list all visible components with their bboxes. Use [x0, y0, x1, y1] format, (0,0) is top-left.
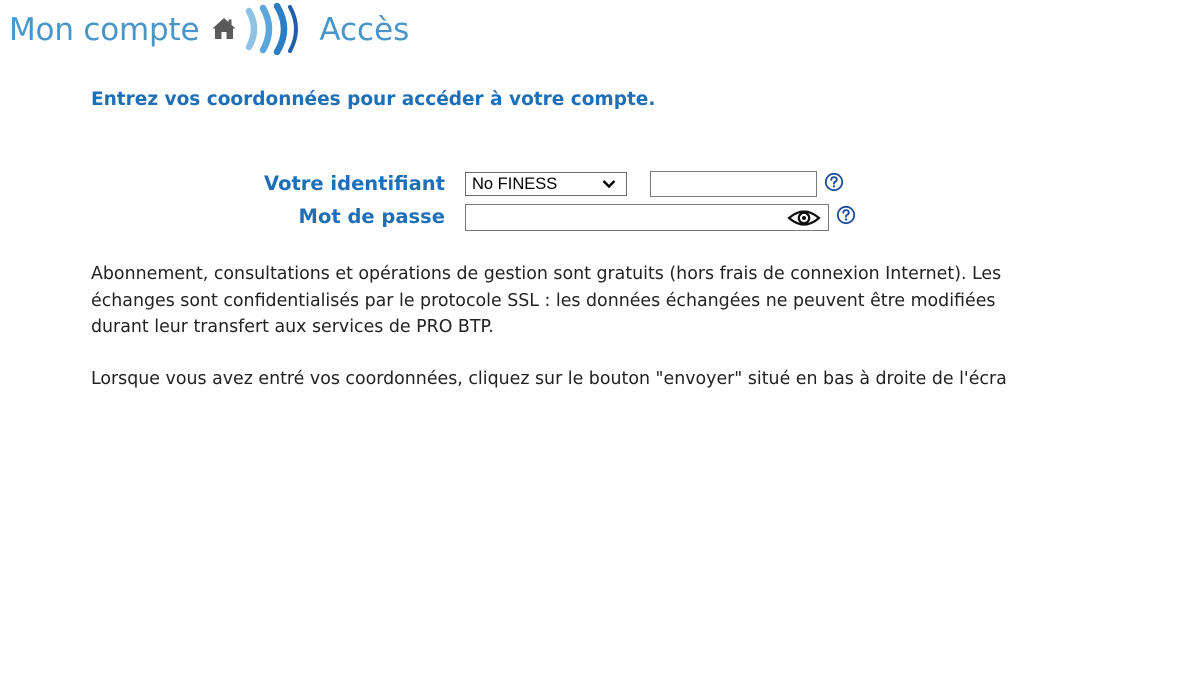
home-icon[interactable] [211, 15, 237, 41]
identifier-label: Votre identifiant [264, 172, 445, 195]
password-label: Mot de passe [298, 205, 445, 228]
header-title: Mon compte [9, 12, 200, 48]
password-input[interactable] [465, 204, 829, 231]
info-line: échanges sont confidentialisés par le pr… [91, 290, 996, 311]
show-password-eye-icon[interactable] [787, 207, 821, 229]
chevron-down-icon [602, 180, 616, 189]
intro-text: Entrez vos coordonnées pour accéder à vo… [91, 89, 656, 110]
info-line: Abonnement, consultations et opérations … [91, 264, 1002, 284]
instruction-text: Lorsque vous avez entré vos coordonnées,… [91, 369, 1007, 389]
help-icon[interactable] [824, 172, 844, 192]
identifier-type-select[interactable]: No FINESS [465, 172, 627, 196]
header-section: Accès [319, 12, 410, 48]
waves-icon [243, 2, 305, 56]
info-paragraph: Abonnement, consultations et opérations … [91, 261, 1001, 341]
identifier-type-selected: No FINESS [472, 174, 558, 193]
page-header: Mon compte Accès [9, 2, 410, 56]
identifier-input[interactable] [650, 171, 817, 197]
info-line: durant leur transfert aux services de PR… [91, 317, 494, 337]
help-icon[interactable] [836, 205, 856, 225]
